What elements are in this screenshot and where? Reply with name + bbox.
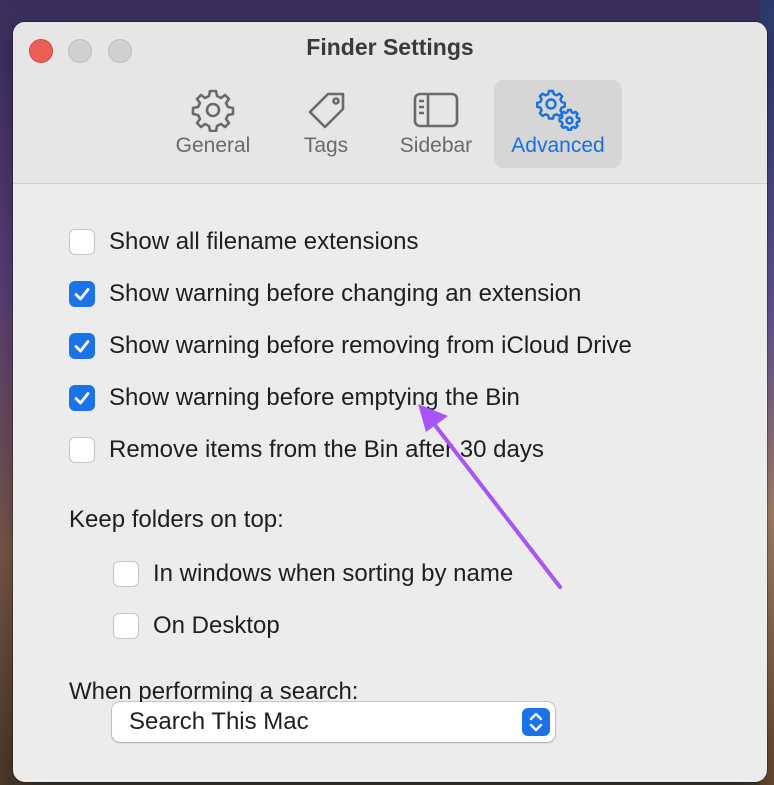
option-label: Show all filename extensions [109, 228, 419, 255]
option-row[interactable]: In windows when sorting by name [113, 558, 513, 590]
checkbox-folders-top-desktop[interactable] [113, 613, 139, 639]
tag-icon [302, 88, 350, 132]
option-label: In windows when sorting by name [153, 560, 514, 587]
search-scope-value: Search This Mac [129, 708, 309, 735]
tab-advanced-label: Advanced [511, 134, 605, 157]
gear-icon [189, 88, 237, 133]
advanced-pane: Show all filename extensions Show warnin… [13, 184, 767, 782]
option-row[interactable]: On Desktop [113, 610, 280, 642]
option-label: Show warning before changing an extensio… [109, 280, 582, 307]
toolbar: Finder Settings General Tags Sidebar Adv… [13, 22, 767, 184]
window-title: Finder Settings [306, 34, 474, 60]
gears-icon [534, 88, 582, 132]
finder-settings-window: Finder Settings General Tags Sidebar Adv… [13, 22, 767, 782]
option-row[interactable]: Remove items from the Bin after 30 days [69, 434, 544, 466]
tab-general[interactable]: General [166, 80, 260, 168]
option-row[interactable]: Show warning before removing from iCloud… [69, 330, 632, 362]
checkbox-warn-empty-bin[interactable] [69, 385, 95, 411]
option-label: Remove items from the Bin after 30 days [109, 436, 544, 463]
checkbox-warn-change-extension[interactable] [69, 281, 95, 307]
option-label: On Desktop [153, 612, 280, 639]
tab-sidebar[interactable]: Sidebar [388, 80, 484, 168]
checkbox-remove-bin-30-days[interactable] [69, 437, 95, 463]
checkbox-show-extensions[interactable] [69, 229, 95, 255]
option-row[interactable]: Show warning before changing an extensio… [69, 278, 581, 310]
checkbox-warn-icloud-remove[interactable] [69, 333, 95, 359]
chevron-updown-icon[interactable] [522, 708, 550, 736]
sidebar-icon [412, 88, 460, 132]
tab-advanced[interactable]: Advanced [494, 80, 622, 168]
option-row[interactable]: Show warning before emptying the Bin [69, 382, 520, 414]
checkbox-folders-top-windows[interactable] [113, 561, 139, 587]
search-scope-select[interactable]: Search This Mac [112, 702, 555, 742]
tab-tags[interactable]: Tags [286, 80, 366, 168]
tab-tags-label: Tags [303, 134, 349, 157]
option-label: Show warning before removing from iCloud… [109, 332, 632, 359]
option-label: Show warning before emptying the Bin [109, 384, 520, 411]
tab-sidebar-label: Sidebar [399, 134, 473, 157]
tab-general-label: General [175, 134, 251, 157]
option-row[interactable]: Show all filename extensions [69, 226, 419, 258]
keep-folders-heading: Keep folders on top: [69, 506, 284, 533]
